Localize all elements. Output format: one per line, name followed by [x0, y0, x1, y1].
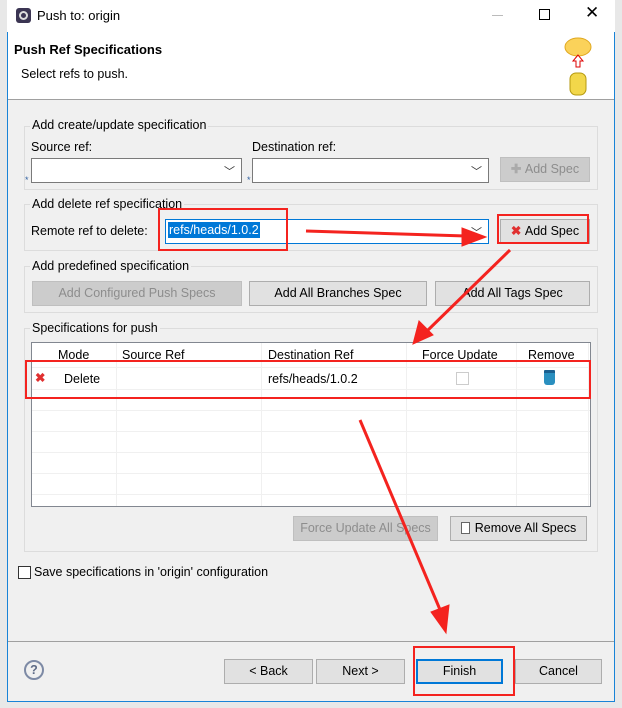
arrow-to-finish [358, 419, 443, 613]
annotation-arrows [305, 227, 512, 635]
arrow-to-table [423, 248, 512, 335]
arrow-to-add-spec [305, 229, 467, 238]
